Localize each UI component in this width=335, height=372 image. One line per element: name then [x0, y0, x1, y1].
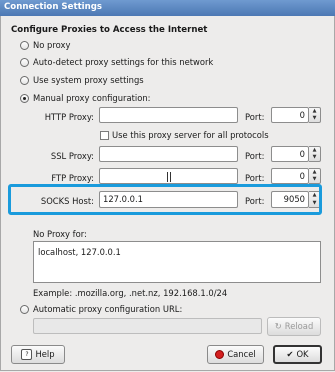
cancel-button-label: Cancel — [227, 349, 256, 359]
ssl-proxy-input[interactable] — [99, 146, 238, 162]
ok-button-label: OK — [296, 349, 309, 359]
ftp-port-spinner[interactable]: ▲ ▼ — [309, 168, 321, 184]
reload-icon: ↻ — [274, 321, 282, 331]
cancel-icon — [215, 350, 225, 359]
ftp-port-label: Port: — [245, 173, 265, 183]
section-heading: Configure Proxies to Access the Internet — [11, 25, 208, 35]
title-bar[interactable]: Connection Settings — [0, 0, 335, 17]
ok-check-icon: ✔ — [286, 349, 294, 359]
auto-config-label[interactable]: Automatic proxy configuration URL: — [33, 304, 182, 314]
http-port-spinner[interactable]: ▲ ▼ — [309, 107, 321, 123]
reload-button[interactable]: ↻ Reload — [267, 317, 321, 336]
http-proxy-label: HTTP Proxy: — [44, 112, 94, 122]
no-proxy-radio[interactable] — [20, 41, 29, 50]
ftp-port-input[interactable]: 0 — [271, 168, 309, 184]
auto-config-url-input[interactable] — [33, 318, 262, 334]
socks-highlight-frame — [8, 184, 322, 215]
http-port-input[interactable]: 0 — [271, 107, 309, 123]
spin-up-icon[interactable]: ▲ — [309, 147, 320, 154]
http-proxy-input[interactable] — [99, 107, 238, 123]
spin-down-icon[interactable]: ▼ — [309, 115, 320, 122]
reload-button-label: Reload — [284, 321, 314, 331]
ssl-proxy-label: SSL Proxy: — [50, 151, 94, 161]
no-proxy-example: Example: .mozilla.org, .net.nz, 192.168.… — [33, 288, 228, 298]
spin-up-icon[interactable]: ▲ — [309, 108, 320, 115]
auto-detect-radio[interactable] — [20, 58, 29, 67]
manual-proxy-label[interactable]: Manual proxy configuration: — [33, 93, 151, 103]
same-proxy-label[interactable]: Use this proxy server for all protocols — [112, 130, 269, 140]
help-icon: ? — [21, 349, 33, 360]
ssl-port-label: Port: — [245, 151, 265, 161]
auto-config-radio[interactable] — [20, 305, 29, 314]
ftp-proxy-label: FTP Proxy: — [51, 173, 94, 183]
text-cursor-icon — [167, 172, 171, 182]
system-proxy-label[interactable]: Use system proxy settings — [33, 75, 144, 85]
cancel-button[interactable]: Cancel — [207, 345, 264, 364]
system-proxy-radio[interactable] — [20, 76, 29, 85]
same-proxy-checkbox[interactable] — [100, 131, 109, 140]
no-proxy-for-label: No Proxy for: — [33, 229, 87, 239]
ok-button[interactable]: ✔ OK — [273, 345, 322, 364]
manual-proxy-radio[interactable] — [20, 94, 29, 103]
no-proxy-textarea[interactable]: localhost, 127.0.0.1 — [33, 241, 321, 283]
window-title: Connection Settings — [4, 2, 103, 12]
no-proxy-label[interactable]: No proxy — [33, 40, 70, 50]
spin-down-icon[interactable]: ▼ — [309, 154, 320, 161]
spin-down-icon[interactable]: ▼ — [309, 176, 320, 183]
ssl-port-spinner[interactable]: ▲ ▼ — [309, 146, 321, 162]
auto-detect-label[interactable]: Auto-detect proxy settings for this netw… — [33, 57, 213, 67]
spin-up-icon[interactable]: ▲ — [309, 169, 320, 176]
http-port-label: Port: — [245, 112, 265, 122]
ssl-port-input[interactable]: 0 — [271, 146, 309, 162]
help-button-label: Help — [35, 349, 55, 359]
no-proxy-value: localhost, 127.0.0.1 — [38, 247, 121, 257]
help-button[interactable]: ? Help — [11, 345, 65, 364]
